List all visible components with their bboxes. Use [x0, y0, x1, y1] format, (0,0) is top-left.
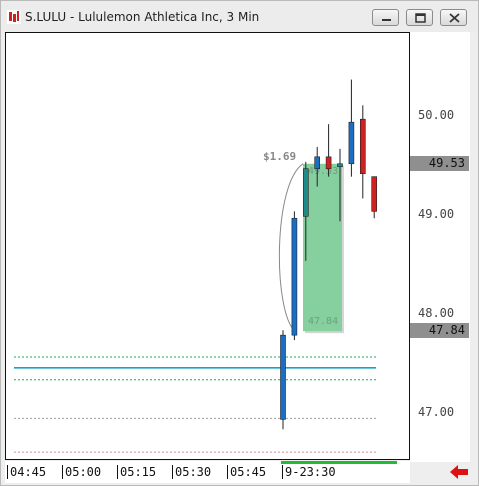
price-tick-label: 49.00 — [418, 207, 455, 222]
time-tick-label: 05:30 — [172, 465, 211, 479]
range-box — [303, 163, 342, 332]
price-axis[interactable]: 50.00 49.00 48.00 47.00 49.53 47.84 — [410, 32, 470, 462]
candle-body — [280, 334, 286, 420]
candle-body — [337, 163, 343, 168]
move-arc — [278, 163, 304, 332]
price-tick-label: 50.00 — [418, 108, 455, 123]
move-amount-label: $1.69 — [263, 150, 296, 163]
close-button[interactable] — [440, 9, 467, 26]
candle-body — [359, 118, 366, 174]
scroll-right-arrow-icon[interactable] — [449, 465, 469, 479]
scroll-position-bar[interactable] — [281, 461, 397, 464]
current-price-label: 49.53 — [410, 155, 469, 171]
chart-app-icon — [7, 10, 21, 24]
window-title: S.LULU - Lululemon Athletica Inc, 3 Min — [25, 10, 260, 24]
box-low-price-label: 47.84 — [410, 323, 469, 339]
close-icon — [449, 13, 460, 23]
candle-body — [302, 168, 309, 217]
chart-plot-area[interactable]: $1.69 49.53 47.84 — [5, 32, 410, 460]
price-chart[interactable]: $1.69 49.53 47.84 — [6, 33, 409, 459]
time-axis[interactable]: 04:45 05:00 05:15 05:30 05:45 9-23:30 — [5, 461, 410, 483]
title-bar[interactable]: S.LULU - Lululemon Athletica Inc, 3 Min — [1, 1, 478, 33]
restore-button[interactable] — [406, 9, 433, 26]
time-tick-label: 05:15 — [117, 465, 156, 479]
candle-body — [291, 217, 298, 336]
time-tick-label: 05:00 — [62, 465, 101, 479]
candle-body — [348, 121, 355, 165]
box-bottom-label: 47.84 — [308, 316, 338, 327]
minimize-button[interactable] — [372, 9, 399, 26]
price-tick-label: 47.00 — [418, 405, 455, 420]
restore-icon — [415, 13, 426, 23]
price-tick-label: 48.00 — [418, 306, 455, 321]
box-top-label: 49.53 — [308, 166, 338, 177]
time-tick-label: 04:45 — [7, 465, 46, 479]
candle-body — [325, 156, 332, 170]
time-tick-label: 05:45 — [227, 465, 266, 479]
chart-window: S.LULU - Lululemon Athletica Inc, 3 Min … — [0, 0, 479, 486]
candle-body — [371, 176, 378, 212]
minimize-icon — [382, 19, 391, 21]
time-tick-label: 9-23:30 — [282, 465, 336, 479]
candle-body — [314, 156, 321, 170]
